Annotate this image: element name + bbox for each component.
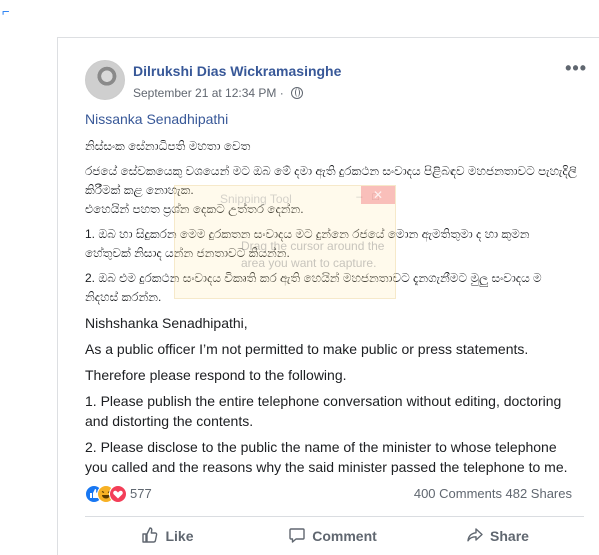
divider	[85, 516, 584, 517]
english-salutation: Nishshanka Senadhipathi,	[85, 315, 248, 331]
love-reaction-icon	[109, 485, 127, 503]
more-options-button[interactable]: •••	[565, 58, 587, 79]
timestamp[interactable]: September 21 at 12:34 PM	[133, 86, 276, 100]
post-body: Nissanka Senadhipathi නිස්සංක සේනාධිපති …	[85, 110, 577, 483]
post-header: Dilrukshi Dias Wickramasinghe September …	[85, 58, 599, 104]
like-button[interactable]: Like	[85, 518, 250, 554]
english-item-2: 2. Please disclose to the public the nam…	[85, 439, 568, 475]
comment-bubble-icon	[288, 526, 306, 547]
author-name[interactable]: Dilrukshi Dias Wickramasinghe	[133, 63, 341, 79]
reaction-count[interactable]: 577	[130, 486, 152, 501]
post-meta: September 21 at 12:34 PM ·	[133, 86, 304, 100]
avatar[interactable]	[85, 60, 125, 100]
sinhala-paragraph-1: රජයේ සේවකයෙකු වශයෙන් මට ඔබ මේ දමා ඇති දු…	[85, 164, 577, 197]
shares-count[interactable]: 482 Shares	[506, 486, 573, 501]
share-arrow-icon	[466, 526, 484, 547]
action-bar: Like Comment Share	[85, 518, 584, 554]
comment-button[interactable]: Comment	[250, 518, 415, 554]
sinhala-item-1: 1. ඔබ හා සිදුකරන මෙම දුරකතන සංවාදය මට දු…	[85, 227, 530, 260]
post-stats: 577 400 Comments 482 Shares	[85, 485, 572, 505]
corner-mark: ⌐	[2, 4, 10, 19]
sinhala-paragraph-1b: එහෙයින් පහත ප්‍රශ්න දෙකට උත්තර දෙන්න.	[85, 202, 304, 216]
comments-count[interactable]: 400 Comments	[414, 486, 502, 501]
english-paragraph-2: Therefore please respond to the followin…	[85, 367, 347, 383]
mention-link[interactable]: Nissanka Senadhipathi	[85, 110, 577, 129]
sinhala-salutation: නිස්සංක සේනාධිපති මහතා වෙත	[85, 139, 251, 153]
english-paragraph-1: As a public officer I’m not permitted to…	[85, 341, 529, 357]
meta-separator: ·	[279, 86, 284, 100]
share-label: Share	[490, 528, 529, 544]
english-item-1: 1. Please publish the entire telephone c…	[85, 393, 562, 429]
like-label: Like	[165, 528, 194, 544]
post-card: Dilrukshi Dias Wickramasinghe September …	[57, 37, 599, 555]
thumbs-up-icon	[141, 526, 159, 547]
globe-icon[interactable]	[291, 87, 304, 99]
comment-label: Comment	[312, 528, 377, 544]
sinhala-item-2: 2. ඔබ එම දුරකථන සංවාදය විකෘති කර ඇති හෙය…	[85, 271, 542, 304]
share-button[interactable]: Share	[415, 518, 580, 554]
